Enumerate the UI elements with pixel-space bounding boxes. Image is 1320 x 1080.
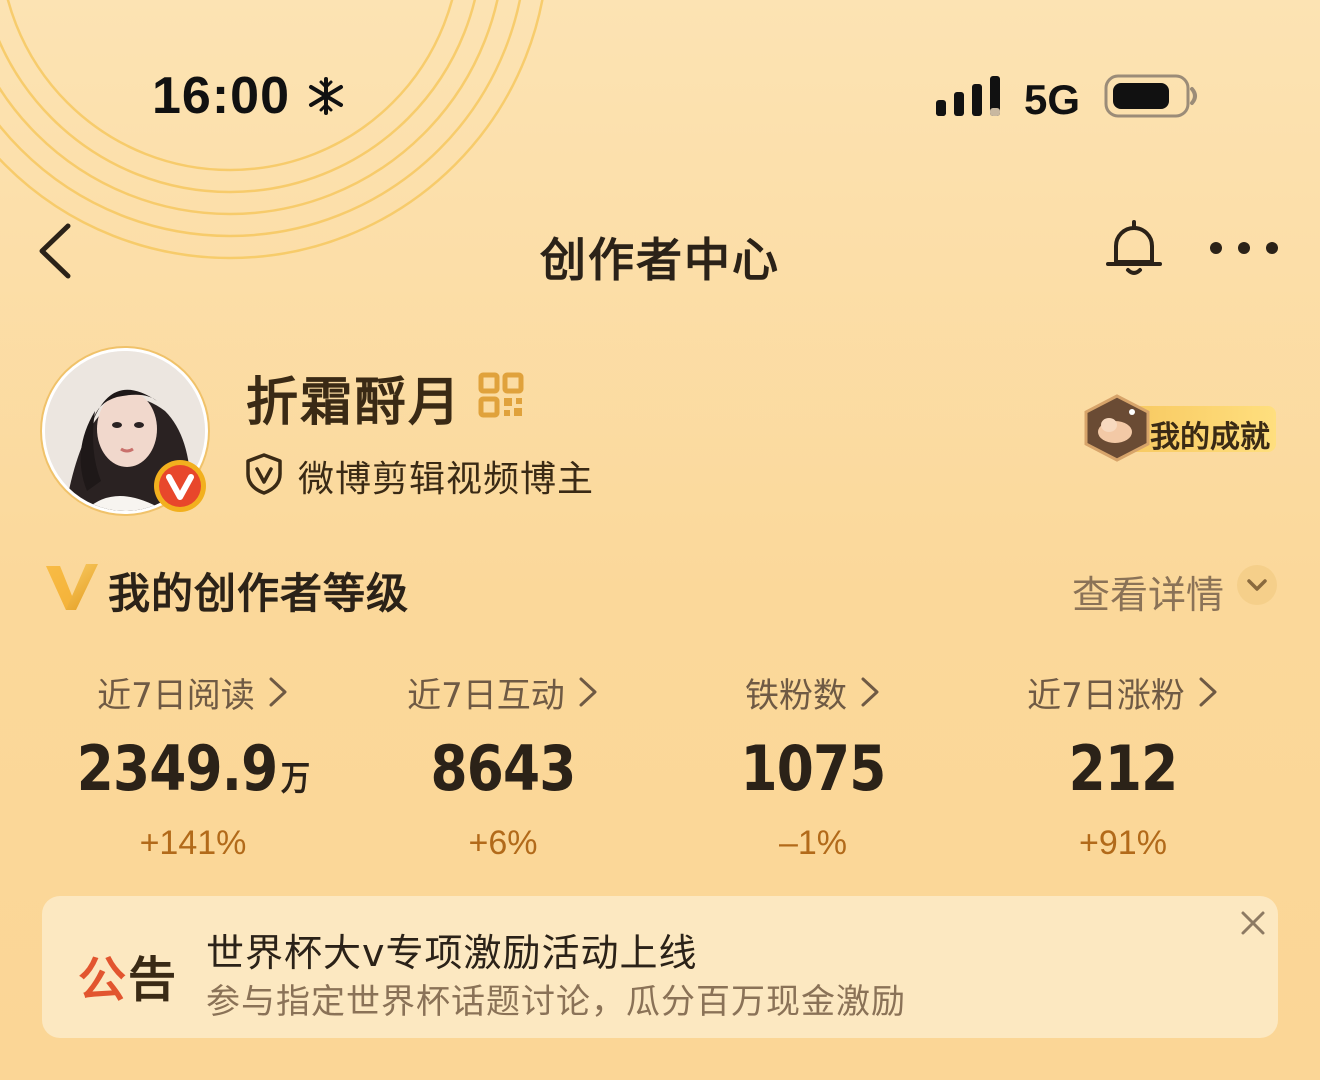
announcement-card[interactable]: 公告 世界杯大v专项激励活动上线 参与指定世界杯话题讨论，瓜分百万现金激励 xyxy=(42,896,1278,1038)
stat-delta: +6% xyxy=(468,824,538,862)
chevron-down-icon[interactable] xyxy=(1236,564,1278,606)
status-time: 16:00 xyxy=(152,67,290,125)
username: 折霜酹月 xyxy=(246,373,463,433)
snowflake-icon xyxy=(309,77,343,115)
creator-level-title: 我的创作者等级 xyxy=(108,569,410,618)
shield-v-icon xyxy=(246,453,282,495)
stat-label-row[interactable]: 近7日互动 xyxy=(338,668,668,716)
notification-bell-icon[interactable] xyxy=(1104,218,1164,278)
close-icon[interactable] xyxy=(1238,908,1268,938)
stat-7day-interactions[interactable]: 近7日互动 8643 +6% xyxy=(338,668,668,863)
announcement-tag-part2: 告 xyxy=(128,952,179,1008)
avatar[interactable] xyxy=(42,348,210,516)
stat-delta: +141% xyxy=(139,824,247,862)
my-achievements-button[interactable]: 我的成就 xyxy=(1082,394,1278,462)
announcement-title: 世界杯大v专项激励活动上线 xyxy=(206,931,698,975)
stat-number: 2349.9 xyxy=(76,732,278,805)
stat-number: 1075 xyxy=(740,732,887,805)
announcement-tag: 公告 xyxy=(78,940,178,1010)
stat-unit: 万 xyxy=(280,759,310,799)
battery-icon xyxy=(1104,74,1197,118)
chevron-right-icon xyxy=(1199,677,1217,707)
stat-label: 近7日阅读 xyxy=(97,675,255,716)
stat-iron-fans[interactable]: 铁粉数 1075 –1% xyxy=(648,668,978,863)
announcement-tag-part1: 公 xyxy=(78,952,129,1008)
creator-level-v-icon xyxy=(46,564,98,610)
network-type-label: 5G xyxy=(1024,76,1081,123)
qr-code-icon[interactable] xyxy=(478,372,524,418)
chevron-right-icon xyxy=(579,677,597,707)
more-options-icon[interactable] xyxy=(1206,236,1282,260)
stat-label: 近7日互动 xyxy=(407,675,565,716)
stat-label-row[interactable]: 近7日阅读 xyxy=(28,668,358,716)
stat-7day-new-fans[interactable]: 近7日涨粉 212 +91% xyxy=(958,668,1288,863)
stat-value: 1075 xyxy=(671,732,955,805)
stat-value: 2349.9 万 xyxy=(51,732,335,805)
stat-7day-reads[interactable]: 近7日阅读 2349.9 万 +141% xyxy=(28,668,358,863)
stat-delta: +91% xyxy=(1079,824,1167,862)
stat-number: 8643 xyxy=(430,732,577,805)
stat-label: 近7日涨粉 xyxy=(1027,675,1185,716)
view-details-link[interactable]: 查看详情 xyxy=(1072,564,1224,619)
achievements-label: 我的成就 xyxy=(1150,420,1270,455)
certification-label: 微博剪辑视频博主 xyxy=(298,459,595,500)
chevron-right-icon xyxy=(861,677,879,707)
stat-delta: –1% xyxy=(778,824,848,862)
cellular-signal-icon xyxy=(936,76,1000,116)
stat-label-row[interactable]: 近7日涨粉 xyxy=(958,668,1288,716)
achievement-medal-icon xyxy=(1084,394,1150,462)
verified-v-badge-icon xyxy=(154,460,206,512)
chevron-right-icon xyxy=(269,677,287,707)
stat-value: 212 xyxy=(981,732,1265,805)
stat-number: 212 xyxy=(1068,732,1179,805)
stat-label-row[interactable]: 铁粉数 xyxy=(648,668,978,716)
announcement-subtitle: 参与指定世界杯话题讨论，瓜分百万现金激励 xyxy=(206,982,906,1022)
stat-label: 铁粉数 xyxy=(745,675,847,716)
stat-value: 8643 xyxy=(361,732,645,805)
